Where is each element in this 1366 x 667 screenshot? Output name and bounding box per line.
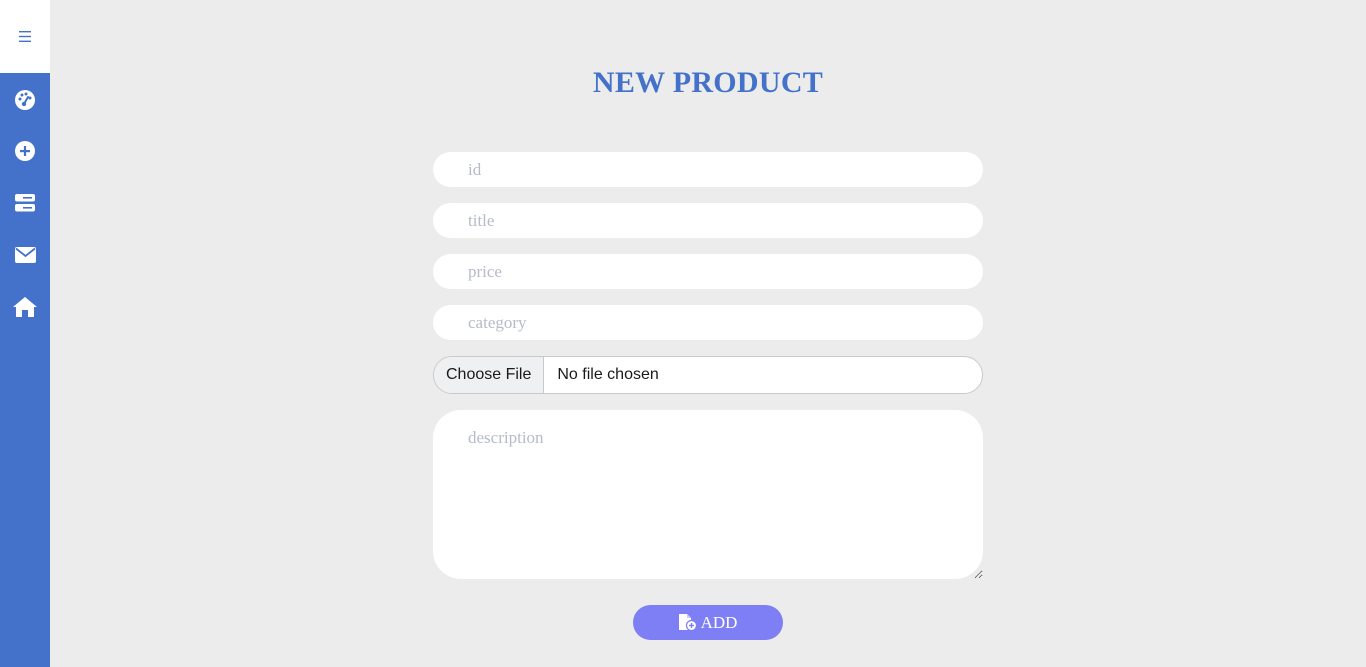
home-icon bbox=[13, 297, 37, 317]
envelope-icon bbox=[14, 247, 36, 263]
sidebar-item-mail[interactable] bbox=[0, 238, 50, 272]
file-add-icon bbox=[678, 614, 697, 631]
price-field[interactable] bbox=[433, 254, 983, 289]
sidebar-item-server[interactable] bbox=[0, 186, 50, 220]
hamburger-menu-icon bbox=[19, 31, 31, 42]
sidebar-item-home[interactable] bbox=[0, 290, 50, 324]
file-status-text: No file chosen bbox=[557, 366, 659, 383]
sidebar bbox=[0, 0, 50, 667]
sidebar-item-add[interactable] bbox=[0, 134, 50, 168]
file-upload-field[interactable]: Choose File No file chosen bbox=[433, 356, 983, 394]
add-circle-icon bbox=[15, 141, 35, 161]
dashboard-gauge-icon bbox=[15, 90, 35, 110]
sidebar-item-dashboard[interactable] bbox=[0, 83, 50, 117]
description-field[interactable] bbox=[433, 410, 983, 579]
choose-file-button[interactable]: Choose File bbox=[434, 357, 545, 393]
server-list-icon bbox=[15, 194, 35, 212]
menu-toggle-button[interactable] bbox=[0, 0, 50, 73]
title-field[interactable] bbox=[433, 203, 983, 238]
page-title: NEW PRODUCT bbox=[592, 66, 824, 99]
id-field[interactable] bbox=[433, 152, 983, 187]
add-button[interactable]: ADD bbox=[633, 605, 783, 640]
category-field[interactable] bbox=[433, 305, 983, 340]
main-content: NEW PRODUCT Choose File No file chosen A… bbox=[50, 0, 1366, 667]
add-button-label: ADD bbox=[700, 612, 738, 632]
